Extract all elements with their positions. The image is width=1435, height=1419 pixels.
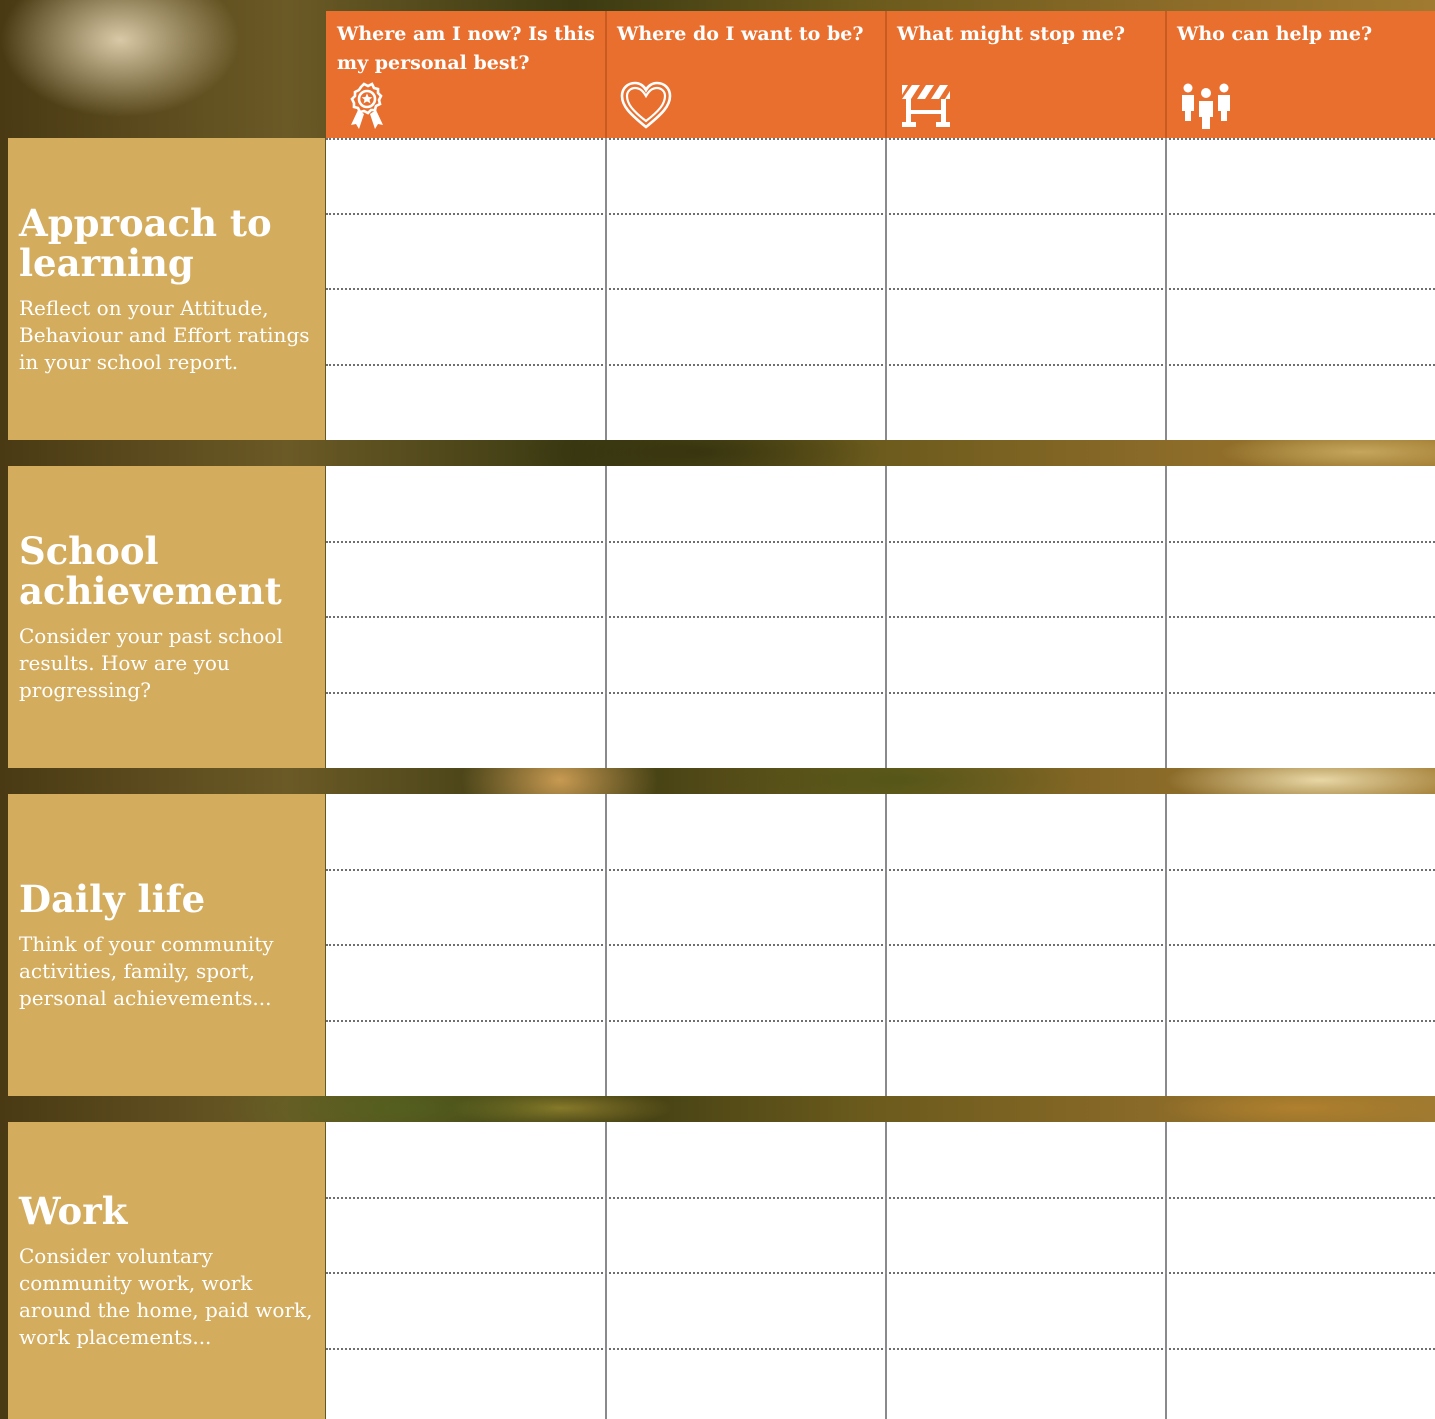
heart-icon — [620, 81, 672, 131]
ruled-line — [326, 869, 1435, 871]
column-header-obstacles: What might stop me? — [886, 11, 1166, 138]
ruled-line — [326, 138, 1435, 140]
section-title: Approach to learning — [19, 200, 272, 285]
column-header-label: What might stop me? — [897, 23, 1126, 45]
section-label-approach-to-learning: Approach to learning Reflect on your Att… — [8, 138, 325, 440]
ruled-line — [326, 213, 1435, 215]
section-title: School achievement — [19, 528, 282, 613]
section-title: Work — [19, 1188, 128, 1233]
ruled-line — [326, 1197, 1435, 1199]
section-label-daily-life: Daily life Think of your community activ… — [8, 794, 325, 1096]
section-description: Consider voluntary community work, work … — [19, 1243, 313, 1349]
section-label-work: Work Consider voluntary community work, … — [8, 1122, 325, 1419]
writing-grid-school-achievement — [326, 466, 1435, 768]
writing-grid-daily-life — [326, 794, 1435, 1096]
column-header-support: Who can help me? — [1166, 11, 1435, 138]
ruled-line — [326, 692, 1435, 694]
column-divider — [605, 466, 607, 768]
ruled-line — [326, 944, 1435, 946]
award-ribbon-icon — [340, 81, 392, 131]
column-header-label: Where am I now? Is this my personal best… — [337, 23, 595, 74]
section-description: Consider your past school results. How a… — [19, 623, 283, 702]
section-description: Think of your community activities, fami… — [19, 931, 274, 1010]
section-description: Reflect on your Attitude, Behaviour and … — [19, 295, 310, 374]
column-divider — [1165, 466, 1167, 768]
column-divider — [605, 138, 607, 440]
ruled-line — [326, 616, 1435, 618]
section-title: Daily life — [19, 876, 206, 921]
ruled-line — [326, 1348, 1435, 1350]
column-header-label: Where do I want to be? — [617, 23, 864, 45]
column-divider — [1165, 1122, 1167, 1419]
ruled-line — [326, 541, 1435, 543]
column-divider — [885, 466, 887, 768]
column-header-current: Where am I now? Is this my personal best… — [326, 11, 606, 138]
people-group-icon — [1180, 81, 1232, 131]
writing-grid-work — [326, 1122, 1435, 1419]
column-divider — [885, 794, 887, 1096]
column-divider — [605, 794, 607, 1096]
ruled-line — [326, 364, 1435, 366]
column-divider — [605, 1122, 607, 1419]
ruled-line — [326, 288, 1435, 290]
barrier-icon — [900, 81, 952, 131]
writing-grid-approach-to-learning — [326, 138, 1435, 440]
column-divider — [1165, 794, 1167, 1096]
column-divider — [885, 1122, 887, 1419]
column-divider — [885, 138, 887, 440]
column-header-label: Who can help me? — [1177, 23, 1373, 45]
ruled-line — [326, 1020, 1435, 1022]
ruled-line — [326, 1272, 1435, 1274]
column-divider — [1165, 138, 1167, 440]
section-label-school-achievement: School achievement Consider your past sc… — [8, 466, 325, 768]
column-header-goal: Where do I want to be? — [606, 11, 886, 138]
